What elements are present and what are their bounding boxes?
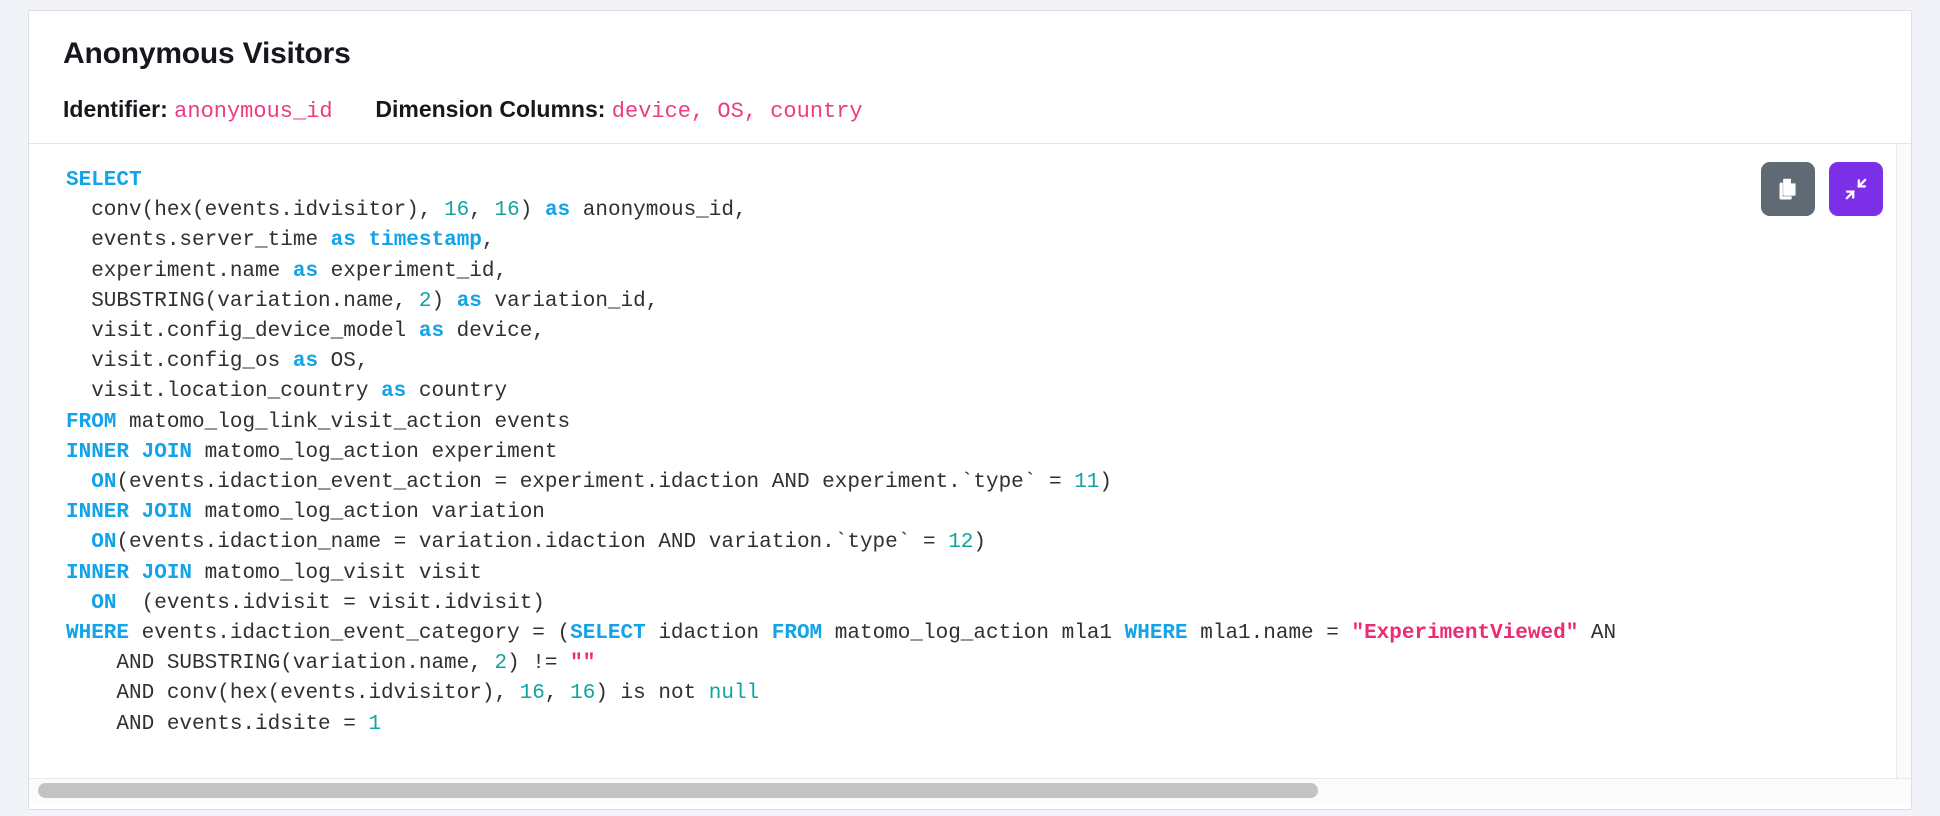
horizontal-scrollbar-thumb[interactable] [38, 782, 1318, 798]
page-title: Anonymous Visitors [63, 37, 351, 70]
vertical-scrollbar[interactable] [1896, 143, 1911, 803]
sql-code[interactable]: SELECT conv(hex(events.idvisitor), 16, 1… [29, 166, 1911, 740]
copy-button[interactable] [1761, 161, 1815, 216]
identifier-label: Identifier: [63, 95, 168, 122]
collapse-button[interactable] [1829, 161, 1883, 216]
query-card: Anonymous Visitors Identifier: anonymous… [28, 10, 1912, 810]
collapse-icon [1843, 176, 1869, 202]
code-action-buttons [1761, 161, 1883, 216]
page-root: Anonymous Visitors Identifier: anonymous… [0, 0, 1940, 816]
horizontal-scrollbar[interactable] [29, 777, 1911, 803]
copy-icon [1775, 176, 1801, 202]
dimension-columns-value: device, OS, country [611, 98, 863, 124]
dimension-columns-label: Dimension Columns: [375, 95, 606, 122]
card-header: Anonymous Visitors Identifier: anonymous… [29, 11, 1911, 143]
code-scroll-viewport[interactable]: SELECT conv(hex(events.idvisitor), 16, 1… [29, 143, 1911, 779]
identifier-value: anonymous_id [174, 98, 333, 124]
code-block: SELECT conv(hex(events.idvisitor), 16, 1… [29, 142, 1911, 803]
metadata-row: Identifier: anonymous_id Dimension Colum… [63, 96, 1877, 125]
